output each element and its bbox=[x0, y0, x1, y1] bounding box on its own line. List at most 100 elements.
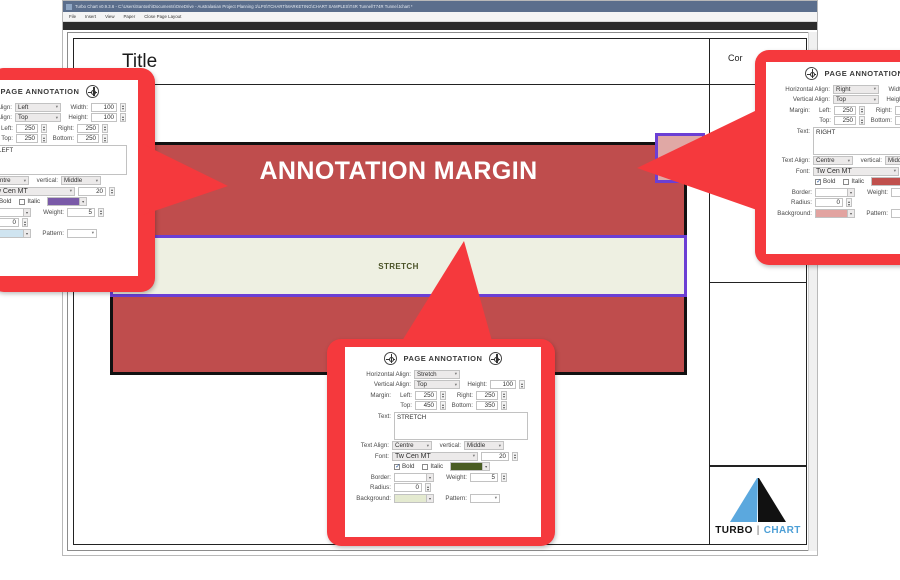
left-radius-stepper[interactable]: ▴ ▾ bbox=[22, 218, 28, 227]
center-border-color-swatch[interactable]: ▾ bbox=[394, 472, 434, 482]
left-margin-right-input[interactable]: 250 bbox=[77, 123, 99, 133]
center-font-size-input[interactable]: 20 bbox=[481, 451, 509, 461]
menu-item-close-page-layout[interactable]: Close Page Layout bbox=[144, 14, 181, 19]
right-margin-label: Margin: bbox=[789, 106, 810, 114]
center-bold-checkbox[interactable]: Bold bbox=[394, 463, 414, 470]
center-height-stepper[interactable]: ▴ ▾ bbox=[519, 380, 525, 389]
right-italic-checkbox[interactable]: Italic bbox=[843, 178, 864, 185]
left-margin-left-stepper[interactable]: ▴ ▾ bbox=[41, 123, 47, 133]
center-text-input[interactable]: STRETCH bbox=[394, 411, 528, 440]
left-weight-input[interactable]: 5 bbox=[67, 207, 95, 217]
left-vertical-value: Middle bbox=[64, 177, 83, 184]
left-horizontal-align-row: Horizontal Align: Left ▾ Width: 100 ▴▾ bbox=[0, 102, 134, 112]
left-margin-bottom-stepper[interactable]: ▴ ▾ bbox=[102, 134, 108, 143]
left-height-stepper[interactable]: ▴ ▾ bbox=[120, 113, 126, 122]
right-pattern-select[interactable] bbox=[891, 208, 900, 218]
right-font-select[interactable]: Tw Cen MT ▾ bbox=[813, 166, 899, 176]
left-margin-left-input[interactable]: 250 bbox=[16, 123, 38, 133]
left-height-input[interactable]: 100 bbox=[91, 113, 117, 122]
right-radius-input[interactable]: 0 bbox=[815, 198, 843, 207]
left-font-color-swatch[interactable]: ▾ bbox=[47, 197, 88, 206]
center-margin-left-stepper[interactable]: ▴ ▾ bbox=[440, 390, 446, 400]
center-font-color-swatch[interactable]: ▾ bbox=[450, 462, 491, 471]
right-bold-checkbox[interactable]: Bold bbox=[815, 178, 835, 185]
center-margin-left-input[interactable]: 250 bbox=[415, 390, 437, 400]
left-background-color-swatch[interactable]: ▾ bbox=[0, 228, 31, 238]
right-vertical-select[interactable]: Midd▾ bbox=[885, 156, 900, 165]
left-vertical-align-select[interactable]: Top ▾ bbox=[15, 113, 61, 122]
left-text-align-select[interactable]: Centre ▾ bbox=[0, 176, 29, 185]
center-margin-right-input[interactable]: 250 bbox=[476, 390, 498, 400]
center-background-color-swatch[interactable]: ▾ bbox=[394, 493, 434, 503]
left-horizontal-align-select[interactable]: Left ▾ bbox=[15, 102, 61, 112]
right-horizontal-align-value: Right bbox=[836, 85, 851, 93]
center-font-select[interactable]: Tw Cen MT ▾ bbox=[392, 451, 478, 461]
right-border-color-swatch[interactable]: ▾ bbox=[815, 187, 855, 197]
center-margin-bottom-stepper[interactable]: ▴ ▾ bbox=[501, 401, 507, 410]
right-background-color-swatch[interactable]: ▾ bbox=[815, 208, 855, 218]
center-weight-stepper[interactable]: ▴ ▾ bbox=[501, 472, 507, 482]
left-weight-stepper[interactable]: ▴ ▾ bbox=[98, 207, 104, 217]
center-background-color-fill bbox=[395, 494, 426, 502]
center-font-size-stepper[interactable]: ▴ ▾ bbox=[512, 451, 518, 461]
center-margin-right-stepper[interactable]: ▴ ▾ bbox=[501, 390, 507, 400]
menu-item-view[interactable]: View bbox=[105, 14, 114, 19]
right-font-color-swatch[interactable] bbox=[871, 177, 900, 186]
menu-item-insert[interactable]: Insert bbox=[85, 14, 96, 19]
left-border-color-swatch[interactable]: ▾ bbox=[0, 207, 31, 217]
center-vertical-select[interactable]: Middle ▾ bbox=[464, 441, 504, 450]
right-margin-right-input[interactable]: 250 bbox=[895, 105, 900, 115]
center-horizontal-align-select[interactable]: Stretch ▾ bbox=[414, 369, 460, 379]
left-margin-bottom-input[interactable]: 250 bbox=[77, 134, 99, 143]
center-margin-top-stepper[interactable]: ▴ ▾ bbox=[440, 401, 446, 410]
center-pattern-label: Pattern: bbox=[445, 494, 467, 502]
next-annotation-icon[interactable] bbox=[86, 85, 100, 98]
center-border-color-fill bbox=[395, 473, 426, 481]
previous-annotation-icon[interactable] bbox=[804, 67, 818, 80]
left-width-stepper[interactable]: ▴ ▾ bbox=[120, 102, 126, 112]
right-margin-left-stepper[interactable]: ▴ ▾ bbox=[859, 105, 865, 115]
left-pattern-select[interactable]: ▾ bbox=[67, 228, 97, 238]
left-margin-right-stepper[interactable]: ▴ ▾ bbox=[102, 123, 108, 133]
center-vertical-align-select[interactable]: Top ▾ bbox=[414, 380, 460, 389]
center-text-align-select[interactable]: Centre ▾ bbox=[392, 441, 432, 450]
right-text-align-select[interactable]: Centre ▾ bbox=[813, 156, 853, 165]
left-text-input[interactable]: LEFT bbox=[0, 144, 127, 175]
right-margin-bottom-input[interactable]: 250 bbox=[895, 116, 900, 125]
center-margin-top-input[interactable]: 450 bbox=[415, 401, 437, 410]
left-width-input[interactable]: 100 bbox=[91, 102, 117, 112]
left-font-select[interactable]: Tw Cen MT ▾ bbox=[0, 186, 75, 196]
center-margin-bottom-input[interactable]: 350 bbox=[476, 401, 498, 410]
menu-item-paper[interactable]: Paper bbox=[124, 14, 136, 19]
right-margin-top-stepper[interactable]: ▴ ▾ bbox=[859, 116, 865, 125]
left-font-size-stepper[interactable]: ▴ ▾ bbox=[109, 186, 115, 196]
left-radius-input[interactable]: 0 bbox=[0, 218, 19, 227]
center-italic-checkbox[interactable]: Italic bbox=[422, 463, 443, 470]
center-background-row: Background: ▾ Pattern: ▾ bbox=[349, 493, 537, 503]
center-margin-row-1: Margin: Left: 250 ▴ ▾ Right: 250 ▴ ▾ bbox=[349, 390, 537, 400]
center-radius-stepper[interactable]: ▴ ▾ bbox=[425, 483, 431, 492]
right-vertical-align-select[interactable]: Top ▾ bbox=[833, 95, 879, 104]
left-border-row: Border: ▾ Weight: 5 ▴▾ bbox=[0, 207, 134, 217]
left-font-size-input[interactable]: 20 bbox=[78, 186, 106, 196]
left-vertical-select[interactable]: Middle ▾ bbox=[61, 176, 101, 185]
right-margin-left-input[interactable]: 250 bbox=[834, 105, 856, 115]
previous-annotation-icon[interactable] bbox=[383, 352, 397, 365]
right-weight-input[interactable]: 5 bbox=[891, 187, 900, 197]
center-margin-row-2: Top: 450 ▴ ▾ Bottom: 350 ▴ ▾ bbox=[349, 401, 537, 410]
left-margin-top-stepper[interactable]: ▴ ▾ bbox=[41, 134, 47, 143]
left-bold-checkbox[interactable]: Bold bbox=[0, 198, 11, 205]
right-margin-top-input[interactable]: 250 bbox=[834, 116, 856, 125]
right-radius-stepper[interactable]: ▴ ▾ bbox=[846, 198, 852, 207]
left-italic-checkbox[interactable]: Italic bbox=[19, 198, 40, 205]
chevron-down-icon: ▾ bbox=[69, 188, 72, 193]
center-height-input[interactable]: 100 bbox=[490, 380, 516, 389]
right-text-input[interactable]: RIGHT bbox=[813, 126, 900, 155]
menu-item-file[interactable]: File bbox=[69, 14, 76, 19]
center-weight-input[interactable]: 5 bbox=[470, 472, 498, 482]
right-horizontal-align-select[interactable]: Right ▾ bbox=[833, 84, 879, 94]
center-radius-input[interactable]: 0 bbox=[394, 483, 422, 492]
left-margin-top-input[interactable]: 250 bbox=[16, 134, 38, 143]
next-annotation-icon[interactable] bbox=[489, 352, 503, 365]
center-pattern-select[interactable]: ▾ bbox=[470, 493, 500, 503]
